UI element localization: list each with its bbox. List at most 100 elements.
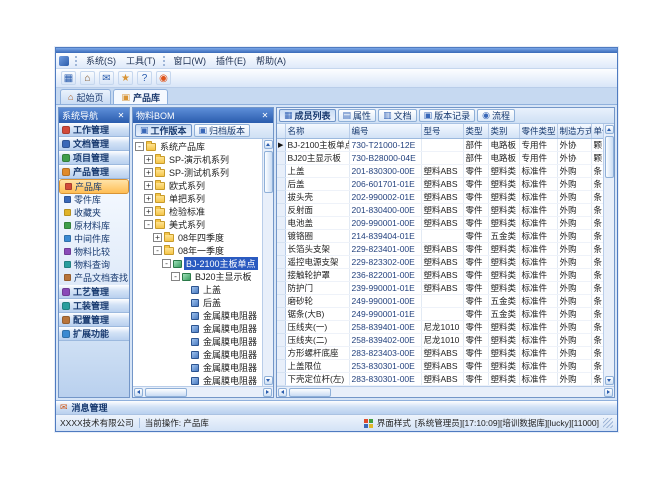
menu-item-3[interactable]: 插件(E): [211, 53, 251, 68]
expander-icon[interactable]: -: [135, 142, 144, 151]
tree-node[interactable]: 金属膜电阻器: [133, 322, 262, 335]
scroll-up-icon[interactable]: [264, 140, 273, 149]
table-row[interactable]: 后盖206-601701-01E塑料ABS零件塑料类标准件外购条: [277, 177, 603, 190]
sidebar-item-1[interactable]: 零件库: [59, 193, 129, 206]
expander-icon[interactable]: +: [144, 181, 153, 190]
ui-style-label[interactable]: 界面样式: [377, 417, 411, 429]
system-icon[interactable]: ▦: [61, 71, 76, 85]
scrollbar-thumb[interactable]: [289, 388, 331, 397]
sidebar-group-0[interactable]: 工作管理: [59, 123, 129, 137]
tree-horizontal-scrollbar[interactable]: [133, 386, 273, 397]
sidebar-group-2[interactable]: 项目管理: [59, 151, 129, 165]
table-row[interactable]: 锯条(大B)249-990001-01E零件五金类标准件外购条: [277, 307, 603, 320]
sidebar-close-icon[interactable]: ✕: [116, 111, 126, 121]
sidebar-item-5[interactable]: 物料比较: [59, 245, 129, 258]
expander-icon[interactable]: -: [162, 259, 171, 268]
detail-tab-2[interactable]: ▥文档: [378, 109, 417, 122]
tree-node[interactable]: -系统产品库: [133, 140, 262, 153]
resize-grip[interactable]: [603, 418, 613, 428]
tree-node[interactable]: 金属膜电阻器: [133, 348, 262, 361]
table-row[interactable]: 方形螺杆底座283-823403-00E塑料ABS零件塑料类标准件外购条: [277, 346, 603, 359]
table-row[interactable]: 镀铬圈214-839404-01E零件五金类标准件外购条: [277, 229, 603, 242]
table-row[interactable]: 磨砂轮249-990001-00E零件五金类标准件外购条: [277, 294, 603, 307]
expander-icon[interactable]: -: [153, 246, 162, 255]
detail-tab-1[interactable]: ▤属性: [338, 109, 377, 122]
bom-close-icon[interactable]: ✕: [260, 111, 270, 121]
expander-icon[interactable]: +: [144, 168, 153, 177]
tree-node[interactable]: 金属膜电阻器: [133, 335, 262, 348]
menu-item-1[interactable]: 工具(T): [121, 53, 161, 68]
tree-node[interactable]: 上盖: [133, 283, 262, 296]
bom-tab-1[interactable]: ▣归档版本: [194, 124, 251, 137]
tree-node[interactable]: 后盖: [133, 296, 262, 309]
tree-node[interactable]: +SP-演示机系列: [133, 153, 262, 166]
scrollbar-thumb[interactable]: [264, 151, 273, 193]
menu-item-2[interactable]: 窗口(W): [169, 53, 212, 68]
expander-icon[interactable]: -: [171, 272, 180, 281]
table-row[interactable]: 防护门239-990001-01E塑料ABS零件塑料类标准件外购条: [277, 281, 603, 294]
tree-node[interactable]: 金属膜电阻器: [133, 374, 262, 386]
message-bar[interactable]: ✉ 消息管理: [56, 400, 617, 414]
expander-icon[interactable]: +: [144, 207, 153, 216]
sidebar-group-bottom-1[interactable]: 工装管理: [59, 299, 129, 313]
table-row[interactable]: 下壳定位杆(左)283-830301-00E塑料ABS零件塑料类标准件外购条: [277, 372, 603, 385]
table-row[interactable]: 接触轮护罩236-822001-00E塑料ABS零件塑料类标准件外购条: [277, 268, 603, 281]
table-row[interactable]: 上盖限位253-830301-00E塑料ABS零件塑料类标准件外购条: [277, 359, 603, 372]
tree-node[interactable]: -美式系列: [133, 218, 262, 231]
doc-tab-1[interactable]: ▣产品库: [113, 89, 168, 104]
sidebar-group-bottom-2[interactable]: 配置管理: [59, 313, 129, 327]
grid-horizontal-scrollbar[interactable]: [277, 386, 614, 397]
tree-node[interactable]: +SP-测试机系列: [133, 166, 262, 179]
detail-tab-3[interactable]: ▣版本记录: [419, 109, 476, 122]
table-row[interactable]: BJ20主显示板730-B28000-04E部件电路板专用件外协颗: [277, 151, 603, 164]
tree-node[interactable]: +检验标准: [133, 205, 262, 218]
exit-icon[interactable]: ◉: [156, 71, 171, 85]
tree-node[interactable]: +单把系列: [133, 192, 262, 205]
table-row[interactable]: ▶BJ-2100主板单点730-T21000-12E部件电路板专用件外协颗: [277, 138, 603, 151]
scrollbar-thumb[interactable]: [605, 136, 614, 178]
sidebar-item-0[interactable]: 产品库: [60, 180, 128, 193]
bom-tab-0[interactable]: ▣工作版本: [135, 124, 192, 137]
tree-node[interactable]: -BJ-2100主板单点: [133, 257, 262, 270]
tree-node[interactable]: 金属膜电阻器: [133, 361, 262, 374]
table-row[interactable]: 遥控电源支架229-823302-00E塑料ABS零件塑料类标准件外购条: [277, 255, 603, 268]
sidebar-group-bottom-0[interactable]: 工艺管理: [59, 285, 129, 299]
scroll-down-icon[interactable]: [264, 376, 273, 385]
scroll-down-icon[interactable]: [605, 376, 614, 385]
table-row[interactable]: 电池盖209-990001-00E塑料ABS零件塑料类标准件外购条: [277, 216, 603, 229]
doc-tab-0[interactable]: ⌂起始页: [60, 89, 111, 104]
tree-node[interactable]: +08年四季度: [133, 231, 262, 244]
table-row[interactable]: 拔头壳202-990002-01E塑料ABS零件塑料类标准件外购条: [277, 190, 603, 203]
scroll-up-icon[interactable]: [605, 125, 614, 134]
scroll-right-icon[interactable]: [263, 388, 272, 397]
expander-icon[interactable]: -: [144, 220, 153, 229]
tree-vertical-scrollbar[interactable]: [262, 139, 273, 386]
detail-tab-4[interactable]: ◉流程: [477, 109, 515, 122]
tree-node[interactable]: -BJ20主显示板: [133, 270, 262, 283]
sidebar-group-3[interactable]: 产品管理: [59, 165, 129, 179]
column-header-3[interactable]: 类型: [463, 124, 488, 138]
home-icon[interactable]: ⌂: [80, 71, 95, 85]
scroll-left-icon[interactable]: [134, 388, 143, 397]
sidebar-item-3[interactable]: 原材料库: [59, 219, 129, 232]
table-row[interactable]: 上盖201-830300-00E塑料ABS零件塑料类标准件外购条: [277, 164, 603, 177]
column-header-4[interactable]: 类别: [488, 124, 519, 138]
scroll-right-icon[interactable]: [604, 388, 613, 397]
toolbar-grip[interactable]: [75, 56, 77, 66]
expander-icon[interactable]: +: [153, 233, 162, 242]
table-row[interactable]: 长箔头支架229-823401-00E塑料ABS零件塑料类标准件外购条: [277, 242, 603, 255]
favorites-icon[interactable]: ★: [118, 71, 133, 85]
tree-node[interactable]: 金属膜电阻器: [133, 309, 262, 322]
sidebar-group-bottom-3[interactable]: 扩展功能: [59, 327, 129, 341]
scrollbar-thumb[interactable]: [145, 388, 187, 397]
table-row[interactable]: 压线夹(二)258-839402-00E尼龙1010零件塑料类标准件外购条: [277, 333, 603, 346]
menu-item-4[interactable]: 帮助(A): [251, 53, 291, 68]
column-header-7[interactable]: 单位: [591, 124, 603, 138]
help-icon[interactable]: ?: [137, 71, 152, 85]
tree-node[interactable]: -08年一季度: [133, 244, 262, 257]
scroll-left-icon[interactable]: [278, 388, 287, 397]
column-header-1[interactable]: 编号: [349, 124, 421, 138]
detail-tab-0[interactable]: ▦成员列表: [279, 109, 336, 122]
expander-icon[interactable]: +: [144, 194, 153, 203]
column-header-2[interactable]: 型号: [421, 124, 463, 138]
